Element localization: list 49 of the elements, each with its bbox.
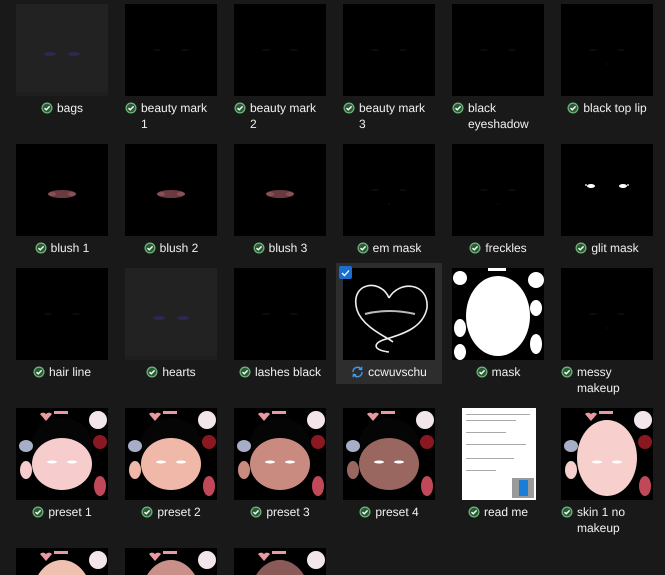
file-name: read me (484, 504, 528, 520)
file-name: lashes black (254, 364, 322, 380)
file-name: preset 2 (157, 504, 201, 520)
file-tile[interactable]: em mask (336, 139, 442, 260)
file-tile[interactable]: black eyeshadow (445, 0, 551, 136)
file-tile[interactable]: beauty mark 2 (227, 0, 333, 136)
file-tile[interactable]: glit mask (554, 139, 660, 260)
file-name: hair line (48, 364, 92, 380)
file-tile[interactable]: beauty mark 3 (336, 0, 442, 136)
file-name: beauty mark 3 (359, 100, 426, 132)
file-tile[interactable]: skin 1 no makeup (554, 403, 660, 540)
file-tile[interactable]: blush 3 (227, 139, 333, 260)
file-tile[interactable]: blush 2 (118, 139, 224, 260)
file-tile[interactable]: preset 1 (9, 403, 115, 524)
checkbox[interactable] (339, 266, 352, 279)
file-name: blush 3 (268, 240, 308, 256)
file-tile[interactable]: mask (445, 263, 551, 384)
file-name: hearts (162, 364, 196, 380)
file-tile[interactable]: freckles (445, 139, 551, 260)
file-tile[interactable]: preset 2 (118, 403, 224, 524)
file-name: messy makeup (577, 364, 621, 396)
file-name: beauty mark 1 (141, 100, 208, 132)
file-name: freckles (485, 240, 527, 256)
file-tile[interactable]: hearts (118, 263, 224, 384)
file-name: blush 2 (160, 240, 198, 256)
file-name: preset 1 (48, 504, 92, 520)
file-tile[interactable]: preset 3 (227, 403, 333, 524)
file-name: glit mask (591, 240, 639, 256)
file-tile[interactable]: read me (445, 403, 551, 524)
file-name: black eyeshadow (468, 100, 530, 132)
file-name: ccwuvschu (368, 364, 427, 380)
file-name: preset 3 (266, 504, 310, 520)
file-tile[interactable]: preset 4 (336, 403, 442, 524)
file-name: black top lip (583, 100, 647, 116)
file-tile[interactable]: messy makeup (554, 263, 660, 400)
file-name: mask (492, 364, 520, 380)
file-tile[interactable]: blush 1 (9, 139, 115, 260)
file-name: preset 4 (375, 504, 419, 520)
file-tile[interactable]: ccwuvschu (336, 263, 442, 384)
file-name: bags (56, 100, 84, 116)
file-tile[interactable]: lashes black (227, 263, 333, 384)
file-tile[interactable]: bags (9, 0, 115, 120)
file-name: skin 1 no makeup (577, 504, 626, 536)
file-name: beauty mark 2 (250, 100, 318, 132)
file-tile[interactable]: black top lip (554, 0, 660, 120)
file-tile[interactable]: hair line (9, 263, 115, 384)
file-name: blush 1 (50, 240, 90, 256)
file-name: em mask (372, 240, 422, 256)
file-tile[interactable]: beauty mark 1 (118, 0, 224, 136)
